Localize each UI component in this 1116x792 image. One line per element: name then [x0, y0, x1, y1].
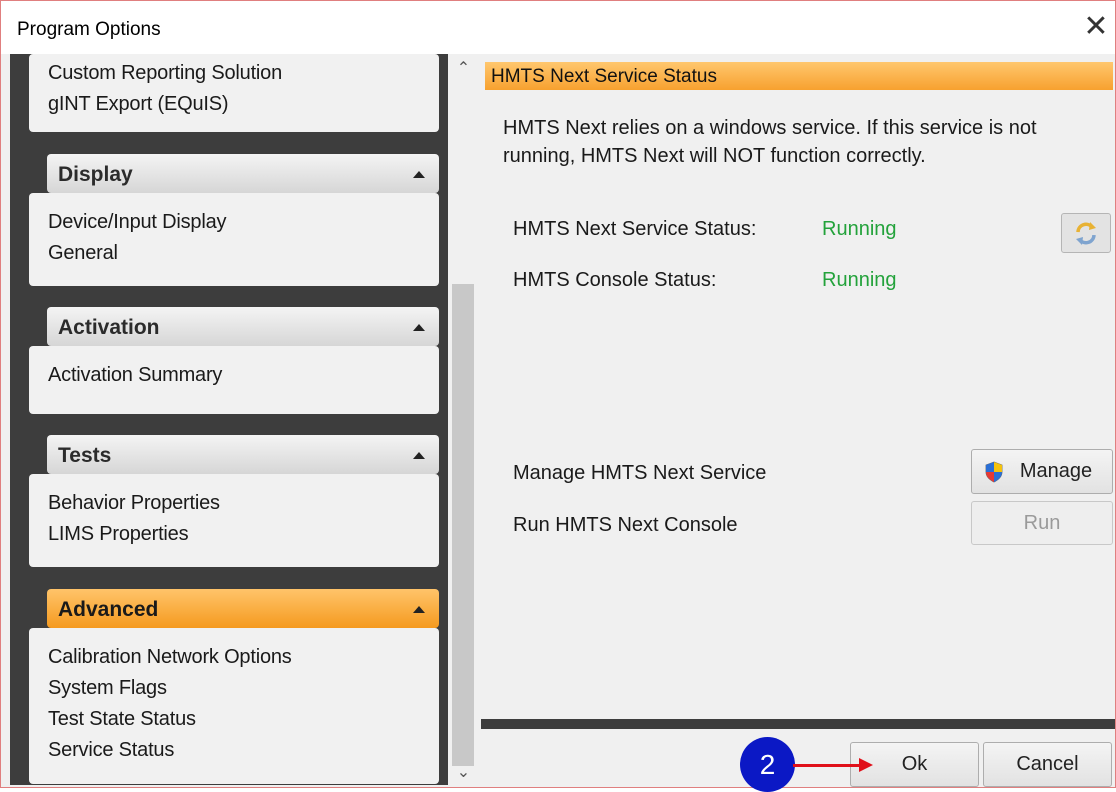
- section-header-tests[interactable]: Tests: [47, 435, 439, 474]
- section-title-display: Display: [58, 163, 133, 186]
- section-header-advanced[interactable]: Advanced: [47, 589, 439, 628]
- activation-items-box: Activation Summary: [29, 346, 439, 414]
- annotation-arrow-head-icon: [859, 758, 873, 772]
- refresh-icon: [1076, 222, 1096, 245]
- section-header-display[interactable]: Display: [47, 154, 439, 193]
- console-status-label: HMTS Console Status:: [513, 269, 717, 291]
- sidebar-item-general[interactable]: General: [48, 238, 420, 269]
- collapse-caret-icon[interactable]: [413, 606, 425, 613]
- collapse-caret-icon[interactable]: [413, 324, 425, 331]
- section-title-advanced: Advanced: [58, 598, 159, 621]
- sidebar-item-custom-reporting[interactable]: Custom Reporting Solution: [48, 58, 420, 89]
- manage-button[interactable]: Manage: [971, 449, 1113, 494]
- manage-button-label: Manage: [1019, 460, 1093, 482]
- service-status-value: Running: [822, 218, 897, 240]
- collapse-caret-icon[interactable]: [413, 452, 425, 459]
- section-header-activation[interactable]: Activation: [47, 307, 439, 346]
- run-button[interactable]: Run: [971, 501, 1113, 545]
- run-button-label: Run: [1023, 512, 1061, 534]
- collapse-caret-icon[interactable]: [413, 171, 425, 178]
- run-console-label: Run HMTS Next Console: [513, 514, 738, 536]
- step-number-badge: 2: [740, 737, 795, 792]
- program-options-window: Program Options ✕ Custom Reporting Solut…: [0, 0, 1116, 792]
- sidebar-item-system-flags[interactable]: System Flags: [48, 673, 420, 704]
- service-status-label: HMTS Next Service Status:: [513, 218, 757, 240]
- service-status-panel: HMTS Next Service Status HMTS Next relie…: [481, 54, 1115, 787]
- console-status-value: Running: [822, 269, 897, 291]
- options-sidebar: Custom Reporting Solution gINT Export (E…: [10, 54, 448, 785]
- manage-service-label: Manage HMTS Next Service: [513, 462, 767, 484]
- sidebar-item-behavior-properties[interactable]: Behavior Properties: [48, 488, 420, 519]
- close-icon[interactable]: ✕: [1079, 9, 1113, 45]
- advanced-items-box: Calibration Network Options System Flags…: [29, 628, 439, 784]
- window-title: Program Options: [17, 19, 161, 40]
- sidebar-item-gint-export[interactable]: gINT Export (EQuIS): [48, 89, 420, 120]
- sidebar-item-device-input-display[interactable]: Device/Input Display: [48, 207, 420, 238]
- uac-shield-icon: [985, 461, 1003, 483]
- panel-description: HMTS Next relies on a windows service. I…: [503, 117, 1037, 167]
- section-title-tests: Tests: [58, 444, 112, 467]
- ok-button-label: Ok: [901, 753, 928, 775]
- title-bar: Program Options ✕: [1, 1, 1115, 54]
- cancel-button-label: Cancel: [1016, 753, 1079, 775]
- sidebar-item-activation-summary[interactable]: Activation Summary: [48, 360, 420, 391]
- footer-divider: [481, 719, 1115, 729]
- display-items-box: Device/Input Display General: [29, 193, 439, 286]
- top-items-box: Custom Reporting Solution gINT Export (E…: [29, 54, 439, 132]
- scroll-down-icon[interactable]: ⌄: [450, 762, 477, 782]
- cancel-button[interactable]: Cancel: [983, 742, 1112, 787]
- section-title-activation: Activation: [58, 316, 160, 339]
- sidebar-item-lims-properties[interactable]: LIMS Properties: [48, 519, 420, 550]
- tests-items-box: Behavior Properties LIMS Properties: [29, 474, 439, 567]
- sidebar-scrollbar[interactable]: ⌃ ⌄: [450, 54, 477, 785]
- scrollbar-thumb[interactable]: [452, 284, 474, 766]
- refresh-button[interactable]: [1061, 213, 1111, 253]
- sidebar-item-calibration-network-options[interactable]: Calibration Network Options: [48, 642, 420, 673]
- sidebar-item-test-state-status[interactable]: Test State Status: [48, 704, 420, 735]
- annotation-arrow-line: [793, 764, 863, 767]
- scroll-up-icon[interactable]: ⌃: [450, 58, 477, 78]
- sidebar-item-service-status[interactable]: Service Status: [48, 735, 420, 766]
- panel-title: HMTS Next Service Status: [485, 62, 1113, 90]
